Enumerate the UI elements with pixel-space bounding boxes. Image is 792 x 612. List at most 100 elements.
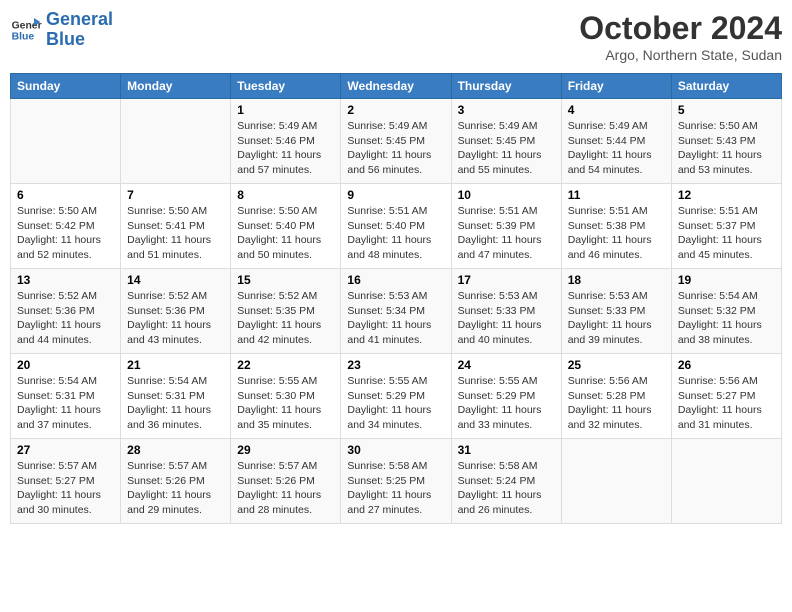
day-number: 23 [347,358,444,372]
month-title: October 2024 [579,10,782,47]
day-info: Sunrise: 5:54 AM Sunset: 5:31 PM Dayligh… [127,374,224,433]
day-number: 15 [237,273,334,287]
day-info: Sunrise: 5:58 AM Sunset: 5:25 PM Dayligh… [347,459,444,518]
calendar-cell: 15 Sunrise: 5:52 AM Sunset: 5:35 PM Dayli… [231,269,341,354]
day-info: Sunrise: 5:53 AM Sunset: 5:33 PM Dayligh… [568,289,665,348]
day-info: Sunrise: 5:58 AM Sunset: 5:24 PM Dayligh… [458,459,555,518]
calendar-cell [121,99,231,184]
day-number: 12 [678,188,775,202]
day-info: Sunrise: 5:51 AM Sunset: 5:37 PM Dayligh… [678,204,775,263]
day-number: 1 [237,103,334,117]
calendar-cell: 28 Sunrise: 5:57 AM Sunset: 5:26 PM Dayli… [121,439,231,524]
day-info: Sunrise: 5:57 AM Sunset: 5:26 PM Dayligh… [237,459,334,518]
day-number: 4 [568,103,665,117]
day-number: 26 [678,358,775,372]
calendar-header-row: SundayMondayTuesdayWednesdayThursdayFrid… [11,74,782,99]
day-info: Sunrise: 5:50 AM Sunset: 5:41 PM Dayligh… [127,204,224,263]
day-number: 19 [678,273,775,287]
day-info: Sunrise: 5:49 AM Sunset: 5:46 PM Dayligh… [237,119,334,178]
day-info: Sunrise: 5:57 AM Sunset: 5:27 PM Dayligh… [17,459,114,518]
day-info: Sunrise: 5:56 AM Sunset: 5:28 PM Dayligh… [568,374,665,433]
day-info: Sunrise: 5:50 AM Sunset: 5:42 PM Dayligh… [17,204,114,263]
day-info: Sunrise: 5:56 AM Sunset: 5:27 PM Dayligh… [678,374,775,433]
calendar-cell: 17Sunrise: 5:53 AM Sunset: 5:33 PM Dayli… [451,269,561,354]
day-info: Sunrise: 5:50 AM Sunset: 5:43 PM Dayligh… [678,119,775,178]
day-info: Sunrise: 5:49 AM Sunset: 5:45 PM Dayligh… [458,119,555,178]
day-number: 16 [347,273,444,287]
day-number: 21 [127,358,224,372]
header-day-sunday: Sunday [11,74,121,99]
day-info: Sunrise: 5:49 AM Sunset: 5:44 PM Dayligh… [568,119,665,178]
week-row-5: 27 Sunrise: 5:57 AM Sunset: 5:27 PM Dayli… [11,439,782,524]
day-number: 28 [127,443,224,457]
day-number: 7 [127,188,224,202]
calendar-cell: 31 Sunrise: 5:58 AM Sunset: 5:24 PM Dayli… [451,439,561,524]
calendar-cell: 1 Sunrise: 5:49 AM Sunset: 5:46 PM Daylig… [231,99,341,184]
calendar-cell: 27 Sunrise: 5:57 AM Sunset: 5:27 PM Dayli… [11,439,121,524]
logo: General Blue GeneralBlue [10,10,113,50]
calendar-cell [11,99,121,184]
calendar-cell: 4 Sunrise: 5:49 AM Sunset: 5:44 PM Daylig… [561,99,671,184]
day-number: 20 [17,358,114,372]
day-info: Sunrise: 5:52 AM Sunset: 5:35 PM Dayligh… [237,289,334,348]
day-number: 14 [127,273,224,287]
calendar-cell: 10 Sunrise: 5:51 AM Sunset: 5:39 PM Dayli… [451,184,561,269]
calendar-cell: 26 Sunrise: 5:56 AM Sunset: 5:27 PM Dayli… [671,354,781,439]
svg-text:Blue: Blue [12,31,35,42]
calendar-cell: 25Sunrise: 5:56 AM Sunset: 5:28 PM Dayli… [561,354,671,439]
day-info: Sunrise: 5:51 AM Sunset: 5:39 PM Dayligh… [458,204,555,263]
week-row-3: 13 Sunrise: 5:52 AM Sunset: 5:36 PM Dayli… [11,269,782,354]
calendar-cell: 6 Sunrise: 5:50 AM Sunset: 5:42 PM Daylig… [11,184,121,269]
day-number: 9 [347,188,444,202]
calendar-cell [561,439,671,524]
day-number: 29 [237,443,334,457]
day-info: Sunrise: 5:57 AM Sunset: 5:26 PM Dayligh… [127,459,224,518]
calendar-cell: 30Sunrise: 5:58 AM Sunset: 5:25 PM Dayli… [341,439,451,524]
day-number: 27 [17,443,114,457]
day-info: Sunrise: 5:50 AM Sunset: 5:40 PM Dayligh… [237,204,334,263]
calendar-cell: 24Sunrise: 5:55 AM Sunset: 5:29 PM Dayli… [451,354,561,439]
page-header: General Blue GeneralBlue October 2024 Ar… [10,10,782,63]
calendar-cell: 21 Sunrise: 5:54 AM Sunset: 5:31 PM Dayli… [121,354,231,439]
calendar-cell: 5 Sunrise: 5:50 AM Sunset: 5:43 PM Daylig… [671,99,781,184]
calendar-table: SundayMondayTuesdayWednesdayThursdayFrid… [10,73,782,524]
day-number: 17 [458,273,555,287]
day-info: Sunrise: 5:49 AM Sunset: 5:45 PM Dayligh… [347,119,444,178]
calendar-cell [671,439,781,524]
day-number: 8 [237,188,334,202]
day-number: 6 [17,188,114,202]
day-number: 18 [568,273,665,287]
day-info: Sunrise: 5:54 AM Sunset: 5:32 PM Dayligh… [678,289,775,348]
header-day-friday: Friday [561,74,671,99]
calendar-cell: 13Sunrise: 5:52 AM Sunset: 5:36 PM Dayli… [11,269,121,354]
location-title: Argo, Northern State, Sudan [579,47,782,63]
header-day-wednesday: Wednesday [341,74,451,99]
calendar-cell: 3 Sunrise: 5:49 AM Sunset: 5:45 PM Daylig… [451,99,561,184]
header-day-monday: Monday [121,74,231,99]
week-row-4: 20 Sunrise: 5:54 AM Sunset: 5:31 PM Dayli… [11,354,782,439]
day-number: 31 [458,443,555,457]
day-number: 5 [678,103,775,117]
calendar-cell: 29 Sunrise: 5:57 AM Sunset: 5:26 PM Dayli… [231,439,341,524]
calendar-cell: 7 Sunrise: 5:50 AM Sunset: 5:41 PM Daylig… [121,184,231,269]
title-block: October 2024 Argo, Northern State, Sudan [579,10,782,63]
calendar-cell: 18 Sunrise: 5:53 AM Sunset: 5:33 PM Dayli… [561,269,671,354]
week-row-2: 6 Sunrise: 5:50 AM Sunset: 5:42 PM Daylig… [11,184,782,269]
day-info: Sunrise: 5:55 AM Sunset: 5:29 PM Dayligh… [458,374,555,433]
calendar-cell: 22Sunrise: 5:55 AM Sunset: 5:30 PM Dayli… [231,354,341,439]
day-info: Sunrise: 5:52 AM Sunset: 5:36 PM Dayligh… [127,289,224,348]
day-number: 11 [568,188,665,202]
day-number: 3 [458,103,555,117]
calendar-cell: 9Sunrise: 5:51 AM Sunset: 5:40 PM Daylig… [341,184,451,269]
calendar-cell: 12 Sunrise: 5:51 AM Sunset: 5:37 PM Dayli… [671,184,781,269]
calendar-cell: 16 Sunrise: 5:53 AM Sunset: 5:34 PM Dayli… [341,269,451,354]
day-info: Sunrise: 5:53 AM Sunset: 5:34 PM Dayligh… [347,289,444,348]
calendar-cell: 14 Sunrise: 5:52 AM Sunset: 5:36 PM Dayli… [121,269,231,354]
day-info: Sunrise: 5:54 AM Sunset: 5:31 PM Dayligh… [17,374,114,433]
calendar-cell: 2Sunrise: 5:49 AM Sunset: 5:45 PM Daylig… [341,99,451,184]
day-info: Sunrise: 5:51 AM Sunset: 5:38 PM Dayligh… [568,204,665,263]
week-row-1: 1 Sunrise: 5:49 AM Sunset: 5:46 PM Daylig… [11,99,782,184]
day-number: 13 [17,273,114,287]
day-number: 10 [458,188,555,202]
calendar-cell: 20 Sunrise: 5:54 AM Sunset: 5:31 PM Dayli… [11,354,121,439]
